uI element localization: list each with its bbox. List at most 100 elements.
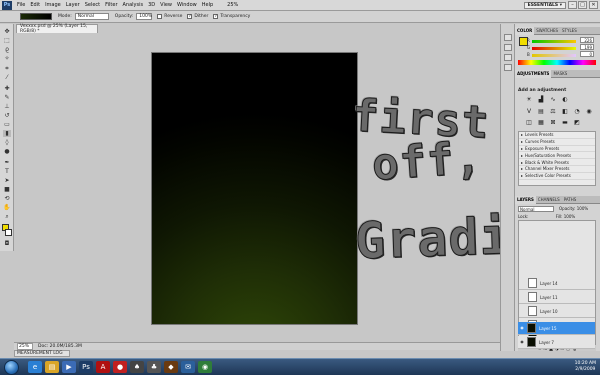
red-slider[interactable]: R 226	[527, 37, 594, 43]
layer-blend-mode-select[interactable]: Normal	[518, 206, 554, 212]
hue-saturation-icon[interactable]: ▤	[537, 108, 545, 115]
actions-panel-icon[interactable]	[504, 44, 512, 51]
chat-icon[interactable]: ◉	[198, 361, 212, 373]
green-slider[interactable]: G 199	[527, 44, 594, 50]
background-color-swatch[interactable]	[5, 229, 12, 236]
green-value[interactable]: 199	[580, 44, 594, 50]
dodge-icon[interactable]: ●	[3, 148, 11, 155]
layer-opacity-value[interactable]: 100%	[577, 206, 588, 211]
mail-icon[interactable]: ✉	[181, 361, 195, 373]
table-row[interactable]: Layer 14	[519, 277, 595, 290]
menu-select[interactable]: Select	[85, 2, 100, 8]
stamp-icon[interactable]: ⊥	[3, 103, 11, 110]
transparency-checkbox[interactable]	[213, 14, 219, 19]
table-row[interactable]: Layer 11	[519, 291, 595, 304]
tab-paths[interactable]: PATHS	[562, 196, 579, 204]
media-player-icon[interactable]: ▶	[62, 361, 76, 373]
reverse-checkbox[interactable]	[157, 14, 163, 19]
red-track[interactable]	[532, 40, 576, 43]
black-white-icon[interactable]: ◧	[561, 108, 569, 115]
move-icon[interactable]: ✥	[3, 28, 11, 35]
workspace-switcher[interactable]: ESSENTIALS ▾	[523, 2, 566, 9]
crop-icon[interactable]: ⌗	[3, 65, 11, 72]
menu-analysis[interactable]: Analysis	[123, 2, 144, 8]
lasso-icon[interactable]: ϱ	[3, 46, 11, 53]
list-item[interactable]: Levels Presets	[519, 132, 595, 139]
quick-mask-icon[interactable]: ◘	[3, 240, 11, 247]
menu-layer[interactable]: Layer	[66, 2, 80, 8]
hand-icon[interactable]: ✋	[3, 204, 11, 211]
exposure-icon[interactable]: ◐	[561, 96, 569, 103]
eraser-icon[interactable]: ▭	[3, 121, 11, 128]
menu-image[interactable]: Image	[45, 2, 61, 8]
magic-wand-icon[interactable]: ✧	[3, 55, 11, 62]
menu-3d[interactable]: 3D	[148, 2, 155, 8]
marquee-icon[interactable]: ⬚	[3, 37, 11, 44]
shape-icon[interactable]: ■	[3, 186, 11, 193]
gradient-icon[interactable]: ▮	[3, 130, 11, 137]
history-brush-icon[interactable]: ↺	[3, 112, 11, 119]
vibrance-icon[interactable]: V	[525, 108, 533, 115]
tab-masks[interactable]: MASKS	[551, 70, 569, 78]
status-zoom[interactable]: 25%	[17, 343, 33, 350]
red-app-icon[interactable]: ●	[113, 361, 127, 373]
dither-checkbox[interactable]	[187, 14, 193, 19]
blue-track[interactable]	[532, 54, 576, 57]
brush-icon[interactable]: ✎	[3, 94, 11, 101]
mode-select[interactable]: Normal	[74, 13, 109, 20]
folder-icon[interactable]: ▤	[45, 361, 59, 373]
menu-file[interactable]: File	[17, 2, 25, 8]
visibility-eye-icon[interactable]: ◉	[519, 339, 525, 345]
acrobat-icon[interactable]: A	[96, 361, 110, 373]
brightness-icon[interactable]: ☀	[525, 96, 533, 103]
invert-icon[interactable]: ◫	[525, 119, 533, 126]
menu-edit[interactable]: Edit	[30, 2, 40, 8]
document-canvas[interactable]	[151, 52, 358, 325]
visibility-eye-icon[interactable]	[520, 308, 526, 314]
list-item[interactable]: Exposure Presets	[519, 146, 595, 153]
maximize-button[interactable]: □	[578, 1, 587, 9]
table-row[interactable]: ◉ Layer 7	[518, 336, 595, 349]
measurement-log-tab[interactable]: MEASUREMENT LOG	[14, 350, 70, 357]
gradient-map-icon[interactable]: ▬	[561, 119, 569, 126]
document-tab[interactable]: Vexxxx.psd @ 25% (Layer 15, RGB/8) *	[16, 24, 98, 34]
selective-color-icon[interactable]: ◩	[573, 119, 581, 126]
app-icon[interactable]: ◆	[164, 361, 178, 373]
color-spectrum-bar[interactable]	[518, 60, 596, 65]
ie-icon[interactable]: e	[28, 361, 42, 373]
photoshop-icon[interactable]: Ps	[79, 361, 93, 373]
game-icon[interactable]: ♠	[130, 361, 144, 373]
posterize-icon[interactable]: ▦	[537, 119, 545, 126]
list-item[interactable]: Channel Mixer Presets	[519, 166, 595, 173]
healing-icon[interactable]: ✚	[3, 85, 11, 92]
menu-view[interactable]: View	[160, 2, 172, 8]
pen-icon[interactable]: ✒	[3, 159, 11, 166]
zoom-icon[interactable]: ⌕	[3, 213, 11, 220]
green-track[interactable]	[532, 47, 576, 50]
table-row[interactable]: Layer 10	[519, 305, 595, 318]
tab-color[interactable]: COLOR	[515, 26, 535, 35]
visibility-eye-icon[interactable]: ◉	[519, 325, 525, 331]
game2-icon[interactable]: ♣	[147, 361, 161, 373]
opacity-input[interactable]: 100%	[136, 13, 153, 20]
info-panel-icon[interactable]	[504, 64, 512, 71]
start-button[interactable]	[4, 360, 19, 375]
table-row-active[interactable]: ◉ Layer 15	[518, 322, 595, 335]
tab-adjustments[interactable]: ADJUSTMENTS	[515, 69, 552, 78]
close-button[interactable]: ✕	[589, 1, 598, 9]
type-icon[interactable]: T	[3, 168, 11, 175]
curves-icon[interactable]: ∿	[549, 96, 557, 103]
blue-slider[interactable]: B 0	[527, 51, 594, 57]
visibility-eye-icon[interactable]	[520, 280, 526, 286]
threshold-icon[interactable]: ⊠	[549, 119, 557, 126]
red-value[interactable]: 226	[580, 37, 594, 43]
minimize-button[interactable]: –	[568, 1, 577, 9]
gradient-picker[interactable]	[20, 13, 52, 20]
visibility-eye-icon[interactable]	[520, 294, 526, 300]
eyedropper-icon[interactable]: ⁄	[3, 74, 11, 81]
fill-value[interactable]: 100%	[564, 214, 575, 219]
list-item[interactable]: Hue/Saturation Presets	[519, 152, 595, 160]
zoom-level-dropdown[interactable]: 25%	[227, 2, 238, 8]
tab-channels[interactable]: CHANNELS	[536, 196, 562, 204]
blur-icon[interactable]: ◊	[3, 139, 11, 146]
